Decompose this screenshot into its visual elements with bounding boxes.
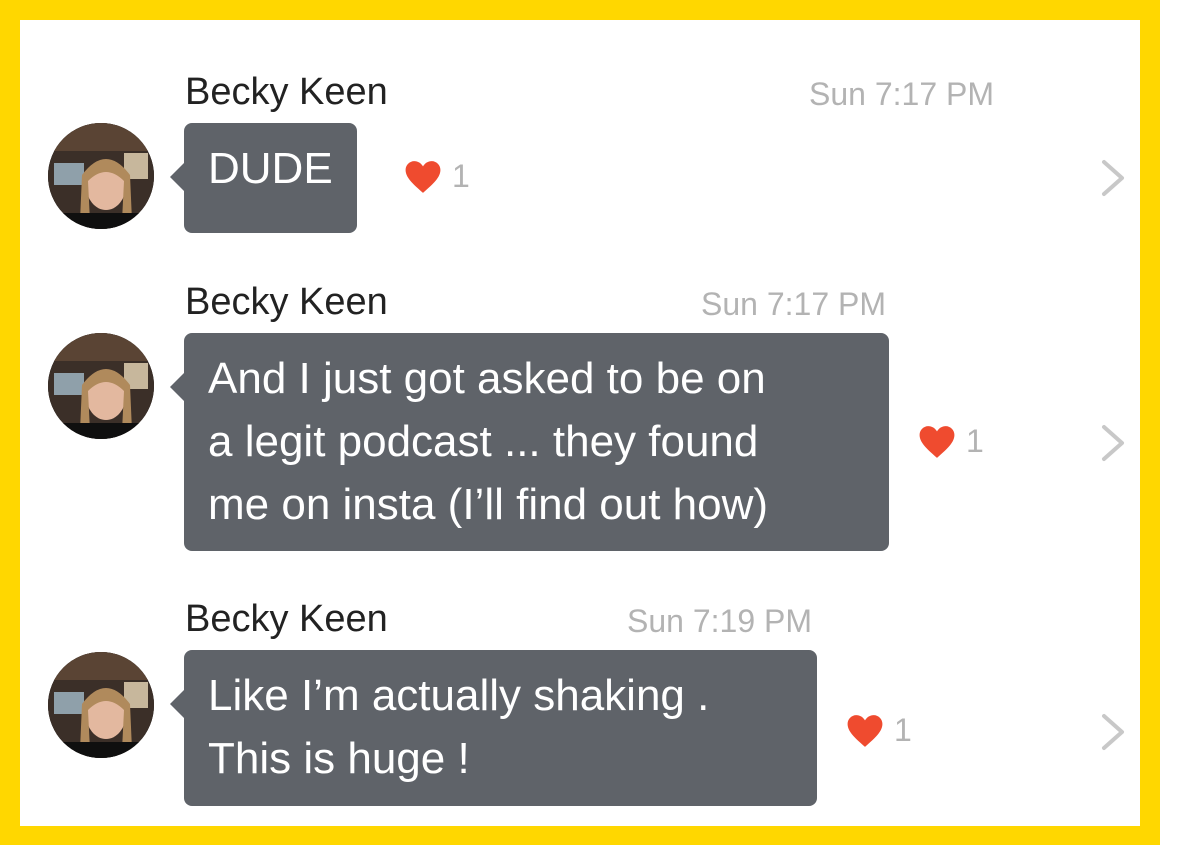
chevron-right-icon[interactable]	[1098, 712, 1128, 752]
chevron-right-icon[interactable]	[1098, 423, 1128, 463]
message-timestamp: Sun 7:17 PM	[701, 286, 886, 322]
message-text: DUDE	[208, 144, 333, 193]
message-bubble[interactable]: DUDE	[170, 123, 357, 233]
avatar-photo	[48, 333, 154, 439]
message-timestamp: Sun 7:19 PM	[627, 603, 812, 639]
sender-name: Becky Keen	[185, 71, 388, 113]
reaction-count: 1	[966, 423, 984, 459]
message-text: And I just got asked to be on a legit po…	[208, 354, 769, 529]
heart-icon	[847, 714, 883, 747]
reaction[interactable]: 1	[404, 158, 470, 195]
message-bubble[interactable]: And I just got asked to be on a legit po…	[170, 333, 889, 551]
reaction[interactable]: 1	[846, 712, 912, 749]
highlight-frame: Becky Keen Sun 7:17 PM DUDE 1 Becky Keen…	[0, 0, 1160, 845]
message-list: Becky Keen Sun 7:17 PM DUDE 1 Becky Keen…	[20, 20, 1140, 826]
message-item[interactable]: Becky Keen Sun 7:19 PM Like I’m actually…	[20, 597, 1140, 807]
message-item[interactable]: Becky Keen Sun 7:17 PM And I just got as…	[20, 280, 1140, 560]
message-timestamp: Sun 7:17 PM	[809, 76, 994, 112]
avatar[interactable]	[48, 333, 154, 439]
message-item[interactable]: Becky Keen Sun 7:17 PM DUDE 1	[20, 70, 1140, 240]
reaction-count: 1	[452, 158, 470, 194]
heart-icon	[405, 160, 441, 193]
heart-icon	[919, 425, 955, 458]
avatar-photo	[48, 123, 154, 229]
sender-name: Becky Keen	[185, 281, 388, 323]
chevron-right-icon[interactable]	[1098, 158, 1128, 198]
avatar[interactable]	[48, 123, 154, 229]
reaction[interactable]: 1	[918, 423, 984, 460]
avatar-photo	[48, 652, 154, 758]
message-bubble[interactable]: Like I’m actually shaking . This is huge…	[170, 650, 817, 806]
sender-name: Becky Keen	[185, 598, 388, 640]
avatar[interactable]	[48, 652, 154, 758]
message-text: Like I’m actually shaking . This is huge…	[208, 671, 710, 783]
reaction-count: 1	[894, 712, 912, 748]
